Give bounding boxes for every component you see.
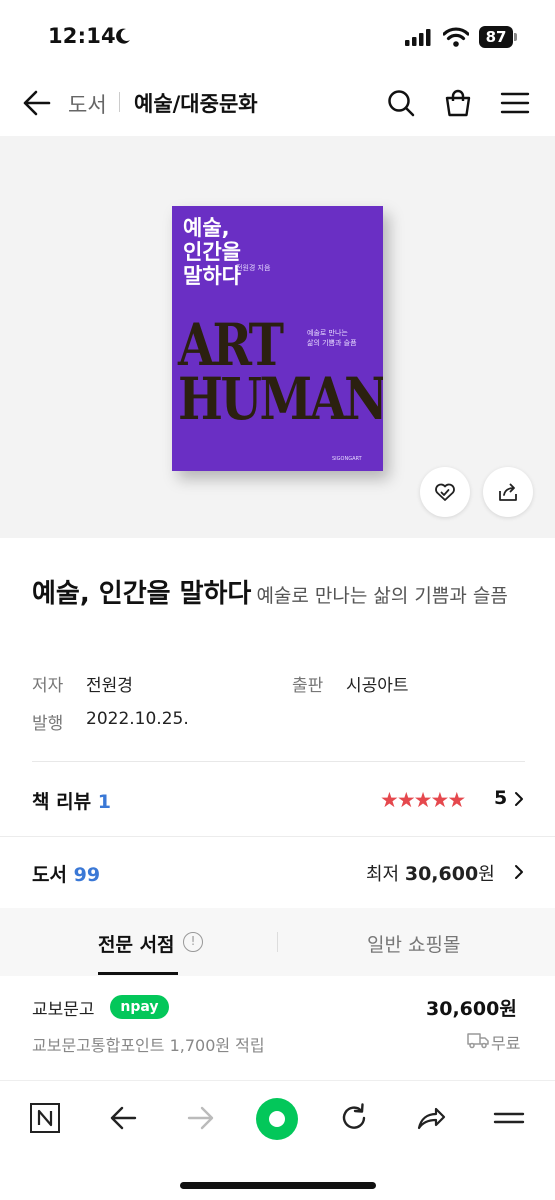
review-label: 책 리뷰 — [32, 791, 92, 813]
wishlist-button[interactable] — [420, 467, 470, 517]
product-title-block: 예술, 인간을 말하다 예술로 만나는 삶의 기쁨과 슬픔 — [32, 575, 532, 616]
review-row[interactable]: 책 리뷰 1 — [32, 787, 111, 814]
wifi-icon — [443, 27, 469, 47]
rating-value[interactable]: 5 — [494, 787, 507, 809]
book-cover-art-text: ART HUMAN — [178, 311, 383, 433]
naver-n-icon[interactable] — [28, 1101, 62, 1135]
seller-name[interactable]: 교보문고 — [32, 995, 95, 1020]
star-rating: ★★★★★ — [380, 788, 467, 812]
tab-divider — [277, 932, 278, 952]
star-icon: ★ — [447, 788, 467, 812]
review-count: 1 — [97, 791, 111, 813]
seller-price[interactable]: 30,600원 — [426, 994, 517, 1021]
cellular-signal-icon — [405, 29, 431, 46]
menu-icon[interactable] — [492, 1101, 526, 1135]
naver-home-button-icon[interactable] — [255, 1097, 299, 1141]
breadcrumb-divider — [119, 92, 120, 112]
lowest-price-label: 최저 — [366, 864, 400, 885]
offers-row: 도서 99 — [32, 860, 100, 887]
offers-label: 도서 — [32, 864, 67, 886]
divider — [0, 836, 555, 837]
menu-icon[interactable] — [500, 88, 530, 118]
header: 도서 예술/대중문화 — [0, 70, 555, 136]
back-arrow-icon[interactable] — [20, 87, 52, 119]
refresh-icon[interactable] — [337, 1101, 371, 1135]
breadcrumb-parent[interactable]: 도서 — [68, 89, 107, 119]
share-button[interactable] — [483, 467, 533, 517]
book-cover[interactable]: 예술, 인간을 말하다 전원경 지음 예술로 만나는 삶의 기쁨과 슬픔 ART… — [172, 206, 383, 471]
active-tab-indicator — [98, 972, 178, 975]
moon-icon — [116, 28, 130, 44]
product-subtitle: 예술로 만나는 삶의 기쁨과 슬픔 — [256, 585, 508, 607]
status-bar: 12:14 87 — [0, 0, 555, 70]
seller-points: 교보문고통합포인트 1,700원 적립 — [32, 1036, 265, 1055]
date-label: 발행 — [32, 714, 64, 734]
book-cover-author: 전원경 지음 — [236, 264, 271, 272]
book-cover-title: 예술, 인간을 말하다 — [183, 216, 241, 288]
author-label: 저자 — [32, 676, 64, 696]
book-cover-publisher: SIGONGART — [332, 456, 362, 462]
browser-toolbar — [0, 1080, 555, 1200]
forward-icon[interactable] — [184, 1101, 218, 1135]
breadcrumb-current[interactable]: 예술/대중문화 — [134, 88, 258, 118]
shopping-bag-icon[interactable] — [443, 88, 473, 118]
date-value: 2022.10.25. — [86, 709, 189, 729]
info-icon[interactable]: ! — [183, 932, 203, 952]
battery-icon: 87 — [479, 26, 519, 48]
heart-check-icon — [435, 483, 455, 501]
publisher-value[interactable]: 시공아트 — [346, 671, 409, 696]
back-icon[interactable] — [106, 1101, 140, 1135]
tab-general-shopping-mall[interactable]: 일반 쇼핑몰 — [367, 930, 460, 957]
chevron-right-icon[interactable] — [513, 864, 525, 880]
lowest-price-currency: 원 — [478, 864, 495, 885]
truck-icon — [467, 1033, 489, 1049]
tab-specialty-bookstore[interactable]: 전문 서점 — [98, 930, 175, 957]
author-value[interactable]: 전원경 — [86, 671, 133, 696]
search-icon[interactable] — [386, 88, 416, 118]
divider — [32, 761, 525, 762]
shipping-fee: 무료 — [491, 1034, 521, 1053]
status-time: 12:14 — [48, 24, 116, 48]
lowest-price-link[interactable]: 최저 30,600원 — [366, 860, 495, 886]
share-icon — [499, 483, 517, 501]
battery-level: 87 — [479, 26, 513, 48]
offers-count: 99 — [73, 864, 101, 886]
npay-badge: npay — [110, 995, 169, 1019]
lowest-price-value: 30,600 — [404, 863, 479, 885]
product-image-area: 예술, 인간을 말하다 전원경 지음 예술로 만나는 삶의 기쁨과 슬픔 ART… — [0, 136, 555, 538]
product-title: 예술, 인간을 말하다 — [32, 579, 252, 609]
home-indicator — [180, 1182, 376, 1189]
publisher-label: 출판 — [292, 676, 324, 696]
share-icon[interactable] — [414, 1101, 448, 1135]
chevron-right-icon[interactable] — [513, 791, 525, 807]
